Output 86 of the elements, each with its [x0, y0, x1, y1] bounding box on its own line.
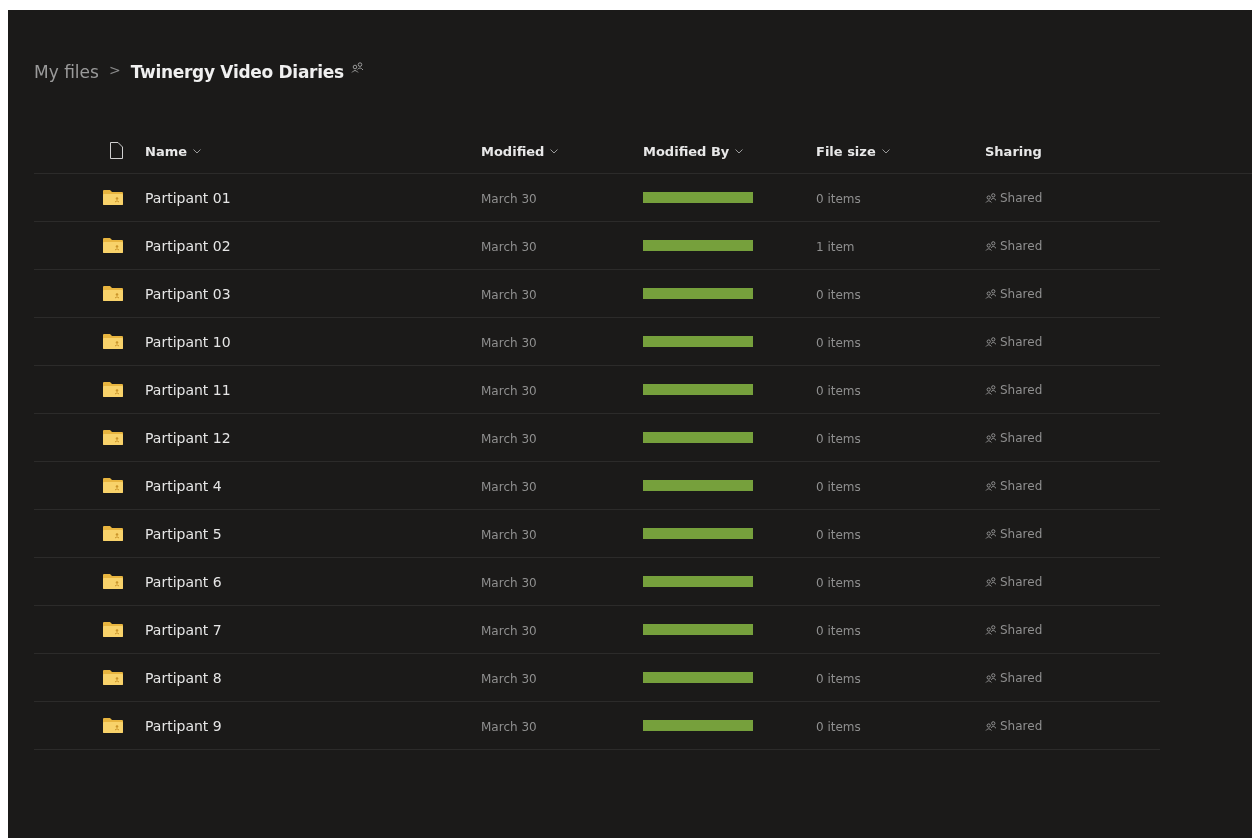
folder-name[interactable]: Partipant 02: [145, 238, 231, 254]
file-size: 0 items: [816, 528, 861, 542]
sharing-status: Shared: [985, 239, 1043, 253]
chevron-down-icon: [550, 148, 559, 154]
file-size: 0 items: [816, 288, 861, 302]
modified-date: March 30: [481, 336, 537, 350]
sharing-status: Shared: [985, 527, 1043, 541]
people-icon: [985, 721, 997, 731]
shared-folder-icon: [103, 334, 123, 349]
modified-date: March 30: [481, 384, 537, 398]
sharing-status: Shared: [985, 191, 1043, 205]
shared-folder-icon: [103, 190, 123, 205]
modified-date: March 30: [481, 672, 537, 686]
shared-folder-icon: [103, 526, 123, 541]
column-header[interactable]: Name: [145, 143, 201, 159]
sharing-status: Shared: [985, 479, 1043, 493]
people-icon: [985, 529, 997, 539]
folder-name[interactable]: Partipant 6: [145, 574, 222, 590]
people-icon: [985, 577, 997, 587]
file-size: 0 items: [816, 576, 861, 590]
modified-date: March 30: [481, 576, 537, 590]
sharing-status: Shared: [985, 287, 1043, 301]
column-header[interactable]: File size: [816, 143, 890, 159]
file-size: 0 items: [816, 480, 861, 494]
people-icon: [985, 241, 997, 251]
modified-date: March 30: [481, 432, 537, 446]
column-header[interactable]: Sharing: [985, 143, 1042, 159]
file-type-icon: [110, 141, 123, 159]
file-size: 0 items: [816, 336, 861, 350]
folder-name[interactable]: Partipant 01: [145, 190, 231, 206]
folder-name[interactable]: Partipant 8: [145, 670, 222, 686]
shared-folder-icon: [103, 718, 123, 733]
people-icon: [350, 62, 364, 73]
modified-date: March 30: [481, 528, 537, 542]
modified-date: March 30: [481, 192, 537, 206]
file-size: 0 items: [816, 432, 861, 446]
people-icon: [985, 625, 997, 635]
shared-folder-icon: [103, 382, 123, 397]
shared-folder-icon: [103, 574, 123, 589]
sharing-status: Shared: [985, 671, 1043, 685]
folder-name[interactable]: Partipant 03: [145, 286, 231, 302]
people-icon: [985, 289, 997, 299]
people-icon: [985, 193, 997, 203]
file-size: 1 item: [816, 240, 855, 254]
sharing-status: Shared: [985, 719, 1043, 733]
folder-name[interactable]: Partipant 5: [145, 526, 222, 542]
folder-name[interactable]: Partipant 11: [145, 382, 231, 398]
column-header[interactable]: Modified By: [643, 143, 744, 159]
chevron-down-icon: [735, 148, 744, 154]
modified-date: March 30: [481, 480, 537, 494]
sharing-status: Shared: [985, 383, 1043, 397]
sharing-status: Shared: [985, 623, 1043, 637]
sharing-status: Shared: [985, 335, 1043, 349]
modified-date: March 30: [481, 240, 537, 254]
file-size: 0 items: [816, 720, 861, 734]
file-size: 0 items: [816, 192, 861, 206]
sharing-status: Shared: [985, 431, 1043, 445]
folder-name[interactable]: Partipant 10: [145, 334, 231, 350]
people-icon: [985, 433, 997, 443]
modified-date: March 30: [481, 624, 537, 638]
folder-title: Twinergy Video Diaries: [130, 62, 344, 82]
chevron-down-icon: [881, 148, 890, 154]
chevron-down-icon: [193, 148, 201, 154]
folder-name[interactable]: Partipant 9: [145, 718, 222, 734]
people-icon: [985, 337, 997, 347]
sharing-status: Shared: [985, 575, 1043, 589]
file-size: 0 items: [816, 624, 861, 638]
folder-name[interactable]: Partipant 12: [145, 430, 231, 446]
shared-folder-icon: [103, 238, 123, 253]
column-header[interactable]: Modified: [481, 143, 559, 159]
shared-folder-icon: [103, 286, 123, 301]
shared-folder-icon: [103, 670, 123, 685]
modified-date: March 30: [481, 720, 537, 734]
folder-name[interactable]: Partipant 4: [145, 478, 222, 494]
breadcrumb-separator: >: [108, 62, 121, 78]
people-icon: [985, 481, 997, 491]
breadcrumb-link[interactable]: My files: [34, 62, 99, 82]
shared-folder-icon: [103, 430, 123, 445]
shared-folder-icon: [103, 478, 123, 493]
modified-date: March 30: [481, 288, 537, 302]
file-size: 0 items: [816, 384, 861, 398]
file-size: 0 items: [816, 672, 861, 686]
shared-folder-icon: [103, 622, 123, 637]
people-icon: [985, 673, 997, 683]
people-icon: [985, 385, 997, 395]
folder-name[interactable]: Partipant 7: [145, 622, 222, 638]
